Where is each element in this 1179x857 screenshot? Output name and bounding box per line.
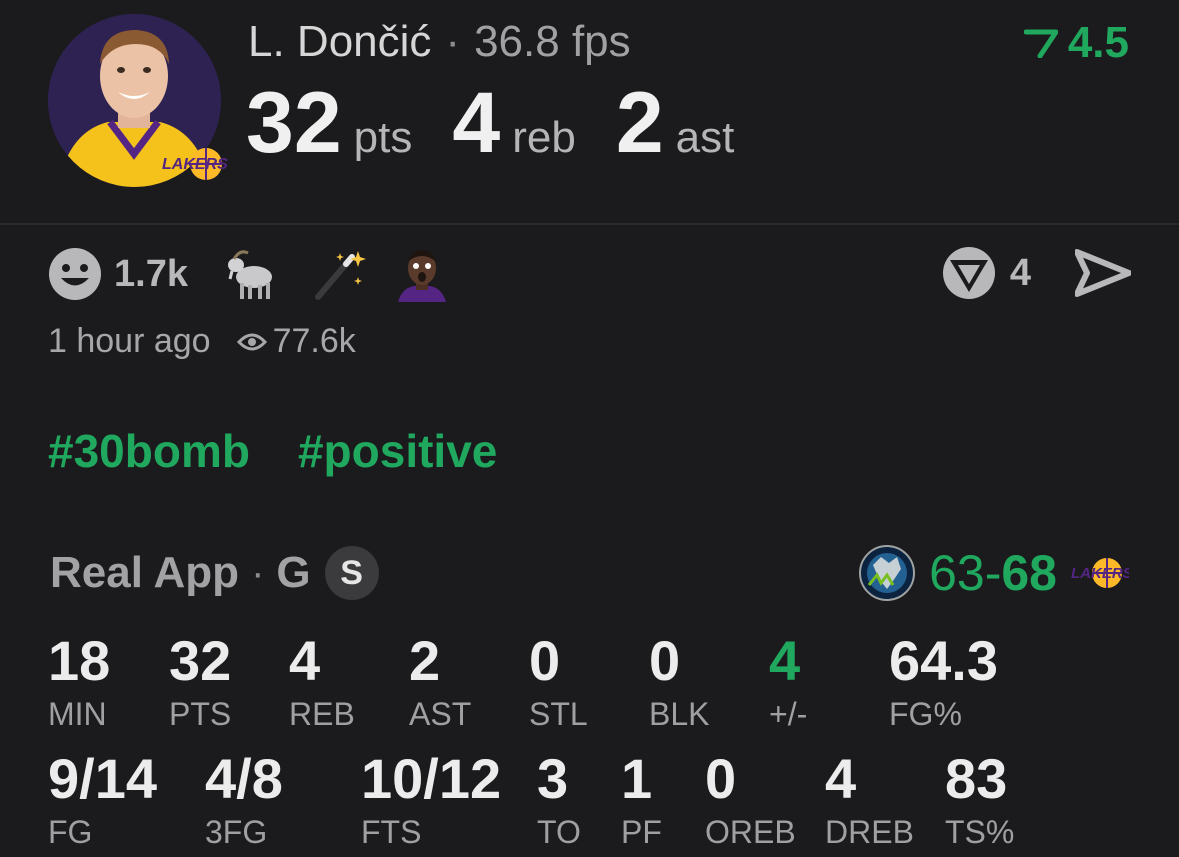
stat-label: 3FG xyxy=(205,814,268,850)
stat-label: FTS xyxy=(361,814,422,850)
magic-wand-icon[interactable] xyxy=(312,247,366,301)
stat-label: REB xyxy=(289,696,355,732)
fantasy-points: 36.8 fps xyxy=(474,17,631,66)
stat-value: 2 xyxy=(409,629,441,692)
stat-plus-minus: 4 +/- xyxy=(769,629,808,733)
stat-source: Real App · G S xyxy=(50,546,379,600)
stat-value: 4 xyxy=(825,747,857,810)
home-score: 68 xyxy=(1001,545,1057,601)
rating-badge[interactable]: 4.5 xyxy=(1023,18,1129,68)
eye-icon xyxy=(236,333,267,350)
away-score: 63 xyxy=(929,545,985,601)
header-divider xyxy=(0,223,1179,225)
stat-dreb: 4 DREB xyxy=(825,747,914,851)
stat-ts-pct: 83 TS% xyxy=(945,747,1015,851)
shocked-player-sticker[interactable] xyxy=(396,246,448,302)
rating-icon xyxy=(1023,29,1058,58)
goat-icon[interactable] xyxy=(224,247,282,301)
stat-value: 4 xyxy=(289,629,321,692)
score-line: 63-68 xyxy=(929,544,1057,602)
player-header: L. Dončić · 36.8 fps xyxy=(248,16,631,68)
view-count: 77.6k xyxy=(272,322,356,360)
stat-label: DREB xyxy=(825,814,914,850)
points-unit: pts xyxy=(353,113,413,162)
stat-3fg: 4/8 3FG xyxy=(205,747,283,851)
stat-value: 9/14 xyxy=(48,747,157,810)
stat-value: 1 xyxy=(621,747,653,810)
stat-value: 4/8 xyxy=(205,747,283,810)
stat-label: FG% xyxy=(889,696,962,732)
score-dash: - xyxy=(984,545,1002,601)
assists-unit: ast xyxy=(675,113,735,162)
separator-dot: · xyxy=(445,17,461,66)
stat-label: PTS xyxy=(169,696,232,732)
rating-value: 4.5 xyxy=(1067,18,1129,67)
stat-label: +/- xyxy=(769,696,808,732)
stat-value: 10/12 xyxy=(361,747,502,810)
hashtag-30bomb[interactable]: #30bomb xyxy=(48,424,250,478)
post-meta: 1 hour ago 77.6k xyxy=(48,322,356,361)
stat-fg: 9/14 FG xyxy=(48,747,157,851)
reply-count[interactable]: 4 xyxy=(1010,252,1031,295)
stat-label: TS% xyxy=(945,814,1015,850)
game-score[interactable]: 63-68 LAKERS xyxy=(859,544,1129,602)
source-name: Real App xyxy=(50,548,240,597)
stat-reb: 4 REB xyxy=(289,629,355,733)
starter-badge: S xyxy=(324,546,379,600)
reaction-count[interactable]: 1.7k xyxy=(114,253,188,296)
smiley-icon[interactable] xyxy=(48,247,102,301)
stat-label: STL xyxy=(529,696,588,732)
player-position: G xyxy=(276,548,311,597)
stat-fts: 10/12 FTS xyxy=(361,747,502,851)
headline-stats: 32 pts 4 reb 2 ast xyxy=(246,78,774,168)
svg-text:LAKERS: LAKERS xyxy=(162,156,228,173)
separator-dot: · xyxy=(251,550,265,595)
stat-label: BLK xyxy=(649,696,710,732)
stat-label: FG xyxy=(48,814,93,850)
stat-value: 0 xyxy=(705,747,737,810)
stat-value: 18 xyxy=(48,629,111,692)
stat-value: 3 xyxy=(537,747,569,810)
stat-value: 64.3 xyxy=(889,629,998,692)
rebounds-value: 4 xyxy=(452,75,501,171)
stat-value: 0 xyxy=(529,629,561,692)
stat-label: OREB xyxy=(705,814,796,850)
stat-blk: 0 BLK xyxy=(649,629,710,733)
stat-label: MIN xyxy=(48,696,107,732)
svg-text:LAKERS: LAKERS xyxy=(1071,565,1129,582)
player-name[interactable]: L. Dončić xyxy=(248,17,431,66)
share-send-icon[interactable] xyxy=(1075,248,1131,298)
stat-label: AST xyxy=(409,696,472,732)
timberwolves-logo-icon xyxy=(859,545,916,601)
stat-value: 4 xyxy=(769,629,801,692)
rebounds-unit: reb xyxy=(512,113,576,162)
stat-value: 83 xyxy=(945,747,1008,810)
post-card: LAKERS L. Dončić · 36.8 fps 32 pts 4 reb 2… xyxy=(0,0,1179,857)
points-value: 32 xyxy=(246,75,342,171)
stat-oreb: 0 OREB xyxy=(705,747,796,851)
stat-pf: 1 PF xyxy=(621,747,662,851)
stat-min: 18 MIN xyxy=(48,629,111,733)
stat-value: 0 xyxy=(649,629,681,692)
stat-label: PF xyxy=(621,814,662,850)
lakers-logo-icon: LAKERS xyxy=(1071,558,1129,588)
hashtags: #30bomb #positive xyxy=(48,424,545,478)
stat-fg-pct: 64.3 FG% xyxy=(889,629,998,733)
stat-stl: 0 STL xyxy=(529,629,588,733)
timestamp: 1 hour ago xyxy=(48,322,211,360)
stat-pts: 32 PTS xyxy=(169,629,232,733)
stat-value: 32 xyxy=(169,629,232,692)
assists-value: 2 xyxy=(615,75,664,171)
hashtag-positive[interactable]: #positive xyxy=(298,424,497,478)
stat-ast: 2 AST xyxy=(409,629,472,733)
stat-to: 3 TO xyxy=(537,747,581,851)
stat-label: TO xyxy=(537,814,581,850)
reply-icon[interactable] xyxy=(942,246,996,300)
post-actions: 4 xyxy=(942,246,1131,300)
lakers-logo-icon: LAKERS xyxy=(162,148,228,180)
reactions-row: 1.7k xyxy=(48,246,478,302)
